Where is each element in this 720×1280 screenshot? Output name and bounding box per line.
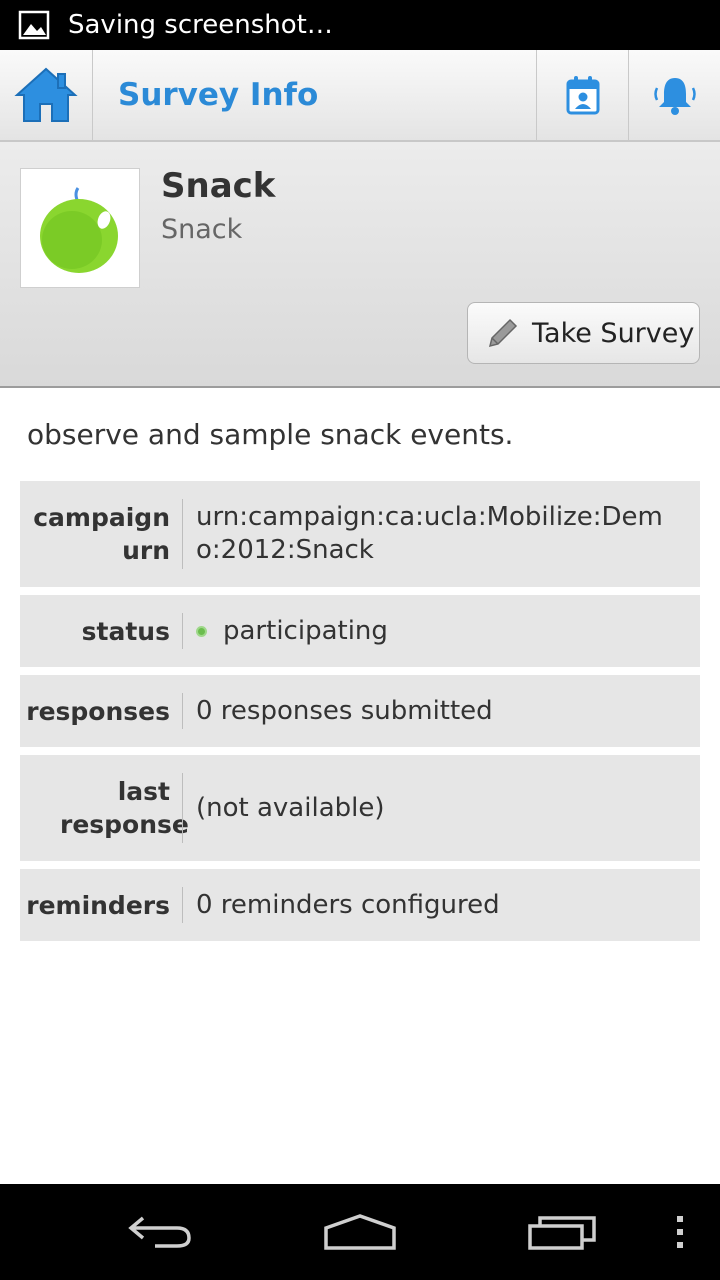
detail-row-status: status participating — [20, 595, 700, 667]
overflow-menu-button[interactable] — [660, 1184, 700, 1280]
detail-row-urn: campaign urn urn:campaign:ca:ucla:Mobili… — [20, 481, 700, 587]
green-apple-icon — [40, 187, 118, 273]
action-bar: Survey Info — [0, 50, 720, 142]
back-button[interactable] — [110, 1184, 210, 1280]
detail-key: last response — [60, 777, 189, 839]
detail-key: status — [81, 616, 170, 646]
details-list: campaign urn urn:campaign:ca:ucla:Mobili… — [20, 481, 700, 949]
home-nav-button[interactable] — [310, 1184, 410, 1280]
campaign-description: observe and sample snack events. — [27, 418, 514, 451]
take-survey-label: Take Survey — [532, 317, 695, 349]
detail-value: participating — [183, 615, 700, 648]
detail-value: (not available) — [196, 792, 385, 823]
page-title: Survey Info — [118, 77, 319, 113]
overflow-menu-icon — [677, 1216, 683, 1248]
detail-key: campaign urn — [33, 503, 170, 565]
detail-row-last-response: last response (not available) — [20, 755, 700, 861]
pencil-icon — [488, 318, 518, 348]
status-notification-text: Saving screenshot… — [68, 10, 333, 40]
status-dot-icon — [196, 625, 207, 637]
recent-apps-icon — [528, 1216, 596, 1250]
home-icon — [14, 67, 78, 122]
detail-key: responses — [26, 696, 170, 726]
campaign-logo — [20, 168, 140, 288]
detail-value: 0 reminders configured — [196, 889, 500, 920]
detail-value: 0 responses submitted — [196, 695, 493, 726]
take-survey-button[interactable]: Take Survey — [467, 302, 700, 364]
bell-icon — [653, 78, 696, 115]
campaign-header: Snack Snack Take Survey — [0, 142, 720, 388]
calendar-button[interactable] — [536, 50, 628, 140]
reminders-button[interactable] — [628, 50, 720, 140]
status-value: participating — [223, 615, 388, 646]
back-icon — [128, 1216, 191, 1248]
detail-row-reminders: reminders 0 reminders configured — [20, 869, 700, 941]
campaign-subtitle: Snack — [161, 214, 243, 245]
navigation-bar — [0, 1184, 720, 1280]
recent-apps-button[interactable] — [512, 1184, 612, 1280]
image-icon — [18, 10, 50, 40]
home-button[interactable] — [0, 50, 93, 140]
detail-row-responses: responses 0 responses submitted — [20, 675, 700, 747]
status-bar: Saving screenshot… — [0, 0, 720, 50]
campaign-title: Snack — [161, 166, 276, 206]
detail-key: reminders — [26, 890, 170, 920]
home-icon — [324, 1214, 396, 1250]
detail-value: urn:campaign:ca:ucla:Mobilize:Demo:2012:… — [196, 502, 663, 565]
calendar-person-icon — [566, 76, 599, 115]
